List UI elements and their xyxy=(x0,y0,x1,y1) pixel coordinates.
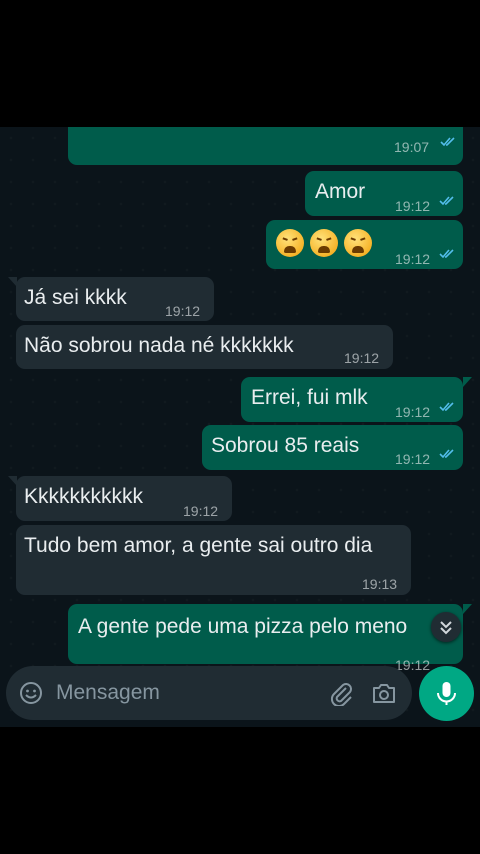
message-text: Amor xyxy=(315,180,366,203)
message-bubble-outgoing[interactable]: 19:12 xyxy=(266,220,463,269)
message-composer[interactable]: Mensagem xyxy=(6,666,412,720)
message-time: 19:12 xyxy=(165,303,201,319)
mic-button[interactable] xyxy=(419,666,474,721)
message-time: 19:12 xyxy=(395,451,431,467)
tired-face-emoji-icon xyxy=(344,229,372,257)
read-ticks-icon xyxy=(439,402,454,412)
message-text: Sobrou 85 reais xyxy=(211,434,360,457)
message-text: Kkkkkkkkkkk xyxy=(24,485,144,508)
message-time: 19:07 xyxy=(394,139,430,155)
message-bubble-incoming[interactable]: Não sobrou nada né kkkkkkk 19:12 xyxy=(16,325,393,369)
chevron-double-down-icon xyxy=(440,621,452,635)
message-bubble-outgoing[interactable]: Errei, fui mlk 19:12 xyxy=(241,377,463,422)
message-time: 19:12 xyxy=(183,503,219,519)
message-bubble-incoming[interactable]: Kkkkkkkkkkk 19:12 xyxy=(16,476,232,521)
message-bubble-outgoing[interactable]: Sobrou 85 reais 19:12 xyxy=(202,425,463,470)
tired-face-emoji-icon xyxy=(310,229,338,257)
message-time: 19:12 xyxy=(344,350,380,366)
scroll-to-bottom-button[interactable] xyxy=(431,612,461,642)
bubble-tail xyxy=(463,604,472,614)
emoji-icon[interactable] xyxy=(19,681,43,705)
read-ticks-icon xyxy=(439,249,454,259)
message-bubble-outgoing[interactable]: Amor 19:12 xyxy=(305,171,463,216)
read-ticks-icon xyxy=(439,196,454,206)
message-input[interactable]: Mensagem xyxy=(56,681,160,705)
read-ticks-icon xyxy=(439,449,454,459)
message-text: Errei, fui mlk xyxy=(251,386,368,409)
tired-face-emoji-icon xyxy=(276,229,304,257)
message-time: 19:12 xyxy=(395,198,431,214)
mic-icon xyxy=(437,682,456,705)
read-ticks-icon xyxy=(440,137,455,147)
message-time: 19:12 xyxy=(395,251,431,267)
message-time: 19:12 xyxy=(395,404,431,420)
attach-icon[interactable] xyxy=(328,680,354,706)
message-text: Já sei kkkk xyxy=(24,286,127,309)
message-time: 19:13 xyxy=(362,576,398,592)
message-text: Não sobrou nada né kkkkkkk xyxy=(24,334,294,357)
bubble-tail xyxy=(463,377,472,387)
message-text: A gente pede uma pizza pelo meno xyxy=(78,615,408,638)
message-text: Tudo bem amor, a gente sai outro dia xyxy=(24,534,373,557)
chat-screen: 19:07 Amor 19:12 19:12 Já sei kkkk 19:12… xyxy=(0,127,480,727)
emoji-row xyxy=(276,229,378,257)
message-bubble-outgoing[interactable]: A gente pede uma pizza pelo meno 19:12 xyxy=(68,604,463,673)
message-bubble-incoming[interactable]: Tudo bem amor, a gente sai outro dia 19:… xyxy=(16,525,411,595)
message-bubble-outgoing[interactable]: 19:07 xyxy=(68,127,463,165)
message-bubble-incoming[interactable]: Já sei kkkk 19:12 xyxy=(16,277,214,321)
camera-icon[interactable] xyxy=(371,680,397,706)
